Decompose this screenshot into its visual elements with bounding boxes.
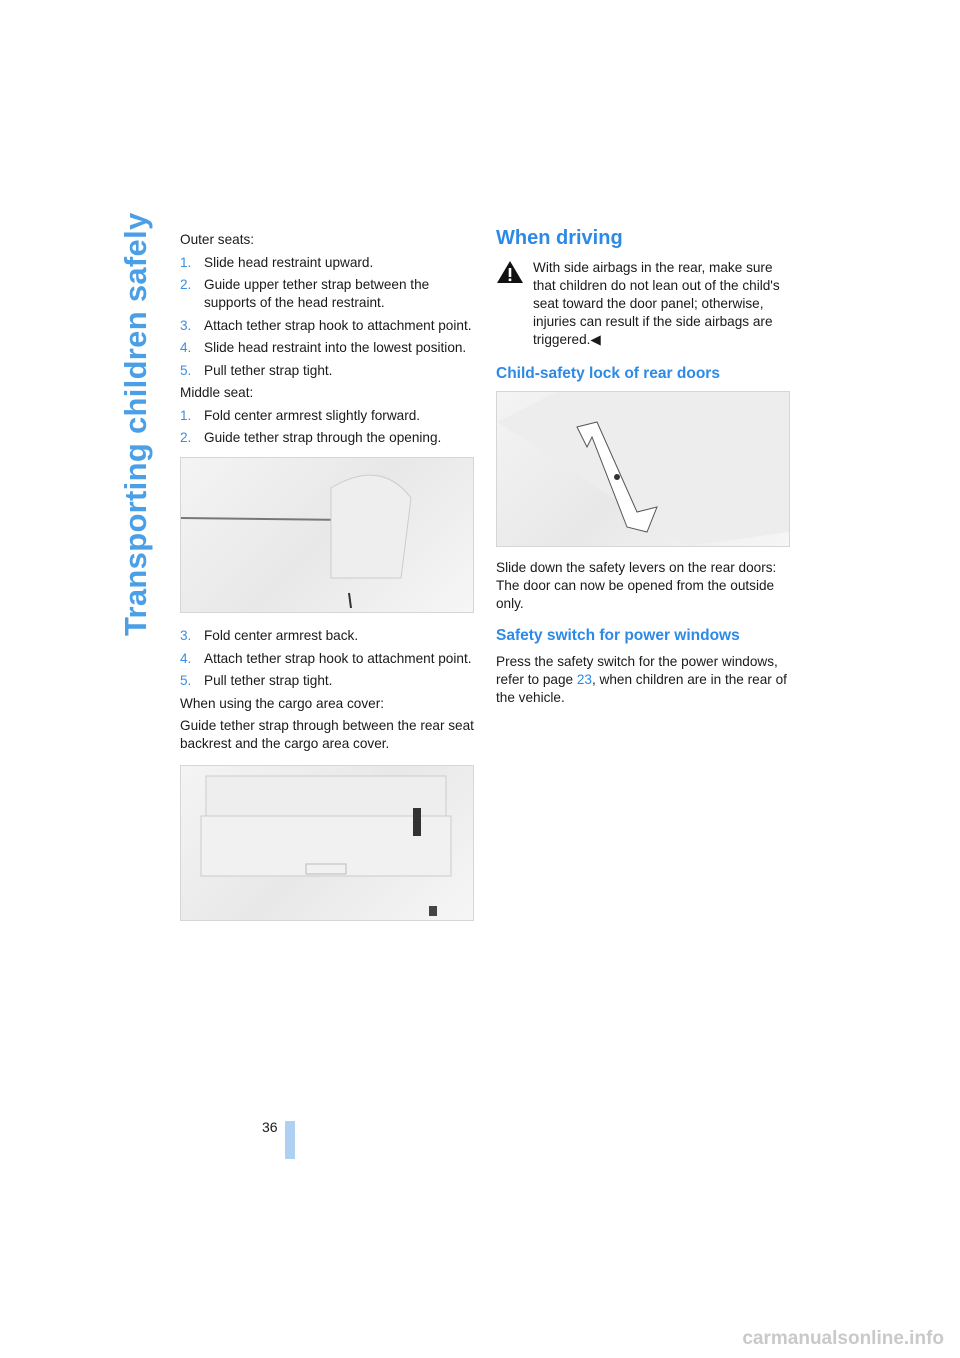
watermark: carmanualsonline.info [742, 1328, 944, 1349]
list-item: 1. Slide head restraint upward. [180, 254, 476, 272]
right-column: When driving With side airbags in the re… [496, 227, 792, 712]
middle-steps-list: 1. Fold center armrest slightly forward. 2… [180, 407, 476, 448]
page-number: 36 [262, 1119, 278, 1135]
child-lock-text: Slide down the safety levers on the rear… [496, 560, 777, 611]
cargo-cover-illustration [180, 765, 474, 921]
step-number: 1. [180, 407, 192, 423]
safety-switch-heading: Safety switch for power windows [496, 627, 740, 644]
step-text: Fold center armrest back. [204, 628, 359, 643]
cargo-label: When using the cargo area cover: [180, 695, 385, 711]
step-text: Pull tether strap tight. [204, 362, 333, 378]
list-item: 4. Attach tether strap hook to attachment… [180, 650, 476, 668]
step-text: Pull tether strap tight. [204, 673, 333, 688]
step-number: 3. [180, 628, 192, 643]
step-number: 3. [180, 317, 192, 333]
step-number: 4. [180, 650, 192, 666]
step-text: Slide head restraint upward. [204, 254, 374, 270]
child-lock-drawing [497, 392, 789, 546]
list-item: 2. Guide tether strap through the opening… [180, 429, 476, 447]
step-text: Fold center armrest slightly forward. [204, 407, 421, 423]
armrest-illustration [180, 457, 474, 613]
step-number: 5. [180, 673, 192, 688]
list-item: 3. Fold center armrest back. [180, 627, 476, 645]
middle-steps-list-cont: 3. Fold center armrest back. 4. Attach teth… [180, 627, 476, 690]
outer-seats-label: Outer seats: [180, 232, 255, 247]
list-item: 1. Fold center armrest slightly forward. [180, 407, 476, 425]
step-text: Guide upper tether strap between the sup… [204, 277, 430, 310]
step-text: Attach tether strap hook to attachment p… [204, 650, 472, 666]
page-bar [285, 1121, 295, 1159]
list-item: 3. Attach tether strap hook to attachment… [180, 317, 476, 335]
step-number: 1. [180, 254, 192, 270]
list-item: 5. Pull tether strap tight. [180, 672, 476, 690]
list-item: 5. Pull tether strap tight. [180, 362, 476, 380]
child-lock-heading: Child-safety lock of rear doors [496, 365, 720, 382]
left-column: Outer seats: 1. Slide head restraint upwa… [180, 231, 476, 921]
outer-steps-list: 1. Slide head restraint upward. 2. Guide up… [180, 254, 476, 380]
step-number: 2. [180, 277, 192, 292]
safety-switch-text: Press the safety switch for the power wi… [496, 654, 787, 705]
when-driving-heading: When driving [496, 227, 623, 249]
warning-triangle-icon [496, 259, 524, 285]
armrest-drawing [180, 474, 412, 609]
step-text: Guide tether strap through the opening. [204, 430, 442, 445]
list-item: 4. Slide head restraint into the lowest p… [180, 339, 476, 357]
step-text: Slide head restraint into the lowest pos… [204, 340, 467, 355]
section-title: Transporting children safely [118, 212, 153, 636]
child-lock-illustration [496, 391, 790, 547]
step-number: 5. [180, 362, 192, 378]
cargo-text: Guide tether strap through between the r… [180, 718, 474, 751]
list-item: 2. Guide upper tether strap between the s… [180, 276, 476, 312]
cargo-drawing [200, 775, 452, 916]
step-number: 2. [180, 430, 192, 445]
step-number: 4. [180, 340, 192, 355]
warning-note: With side airbags in the rear, make sure… [496, 259, 792, 349]
step-text: Attach tether strap hook to attachment p… [204, 317, 472, 333]
middle-seat-label: Middle seat: [180, 385, 254, 400]
page-23-link[interactable]: 23 [577, 672, 592, 687]
